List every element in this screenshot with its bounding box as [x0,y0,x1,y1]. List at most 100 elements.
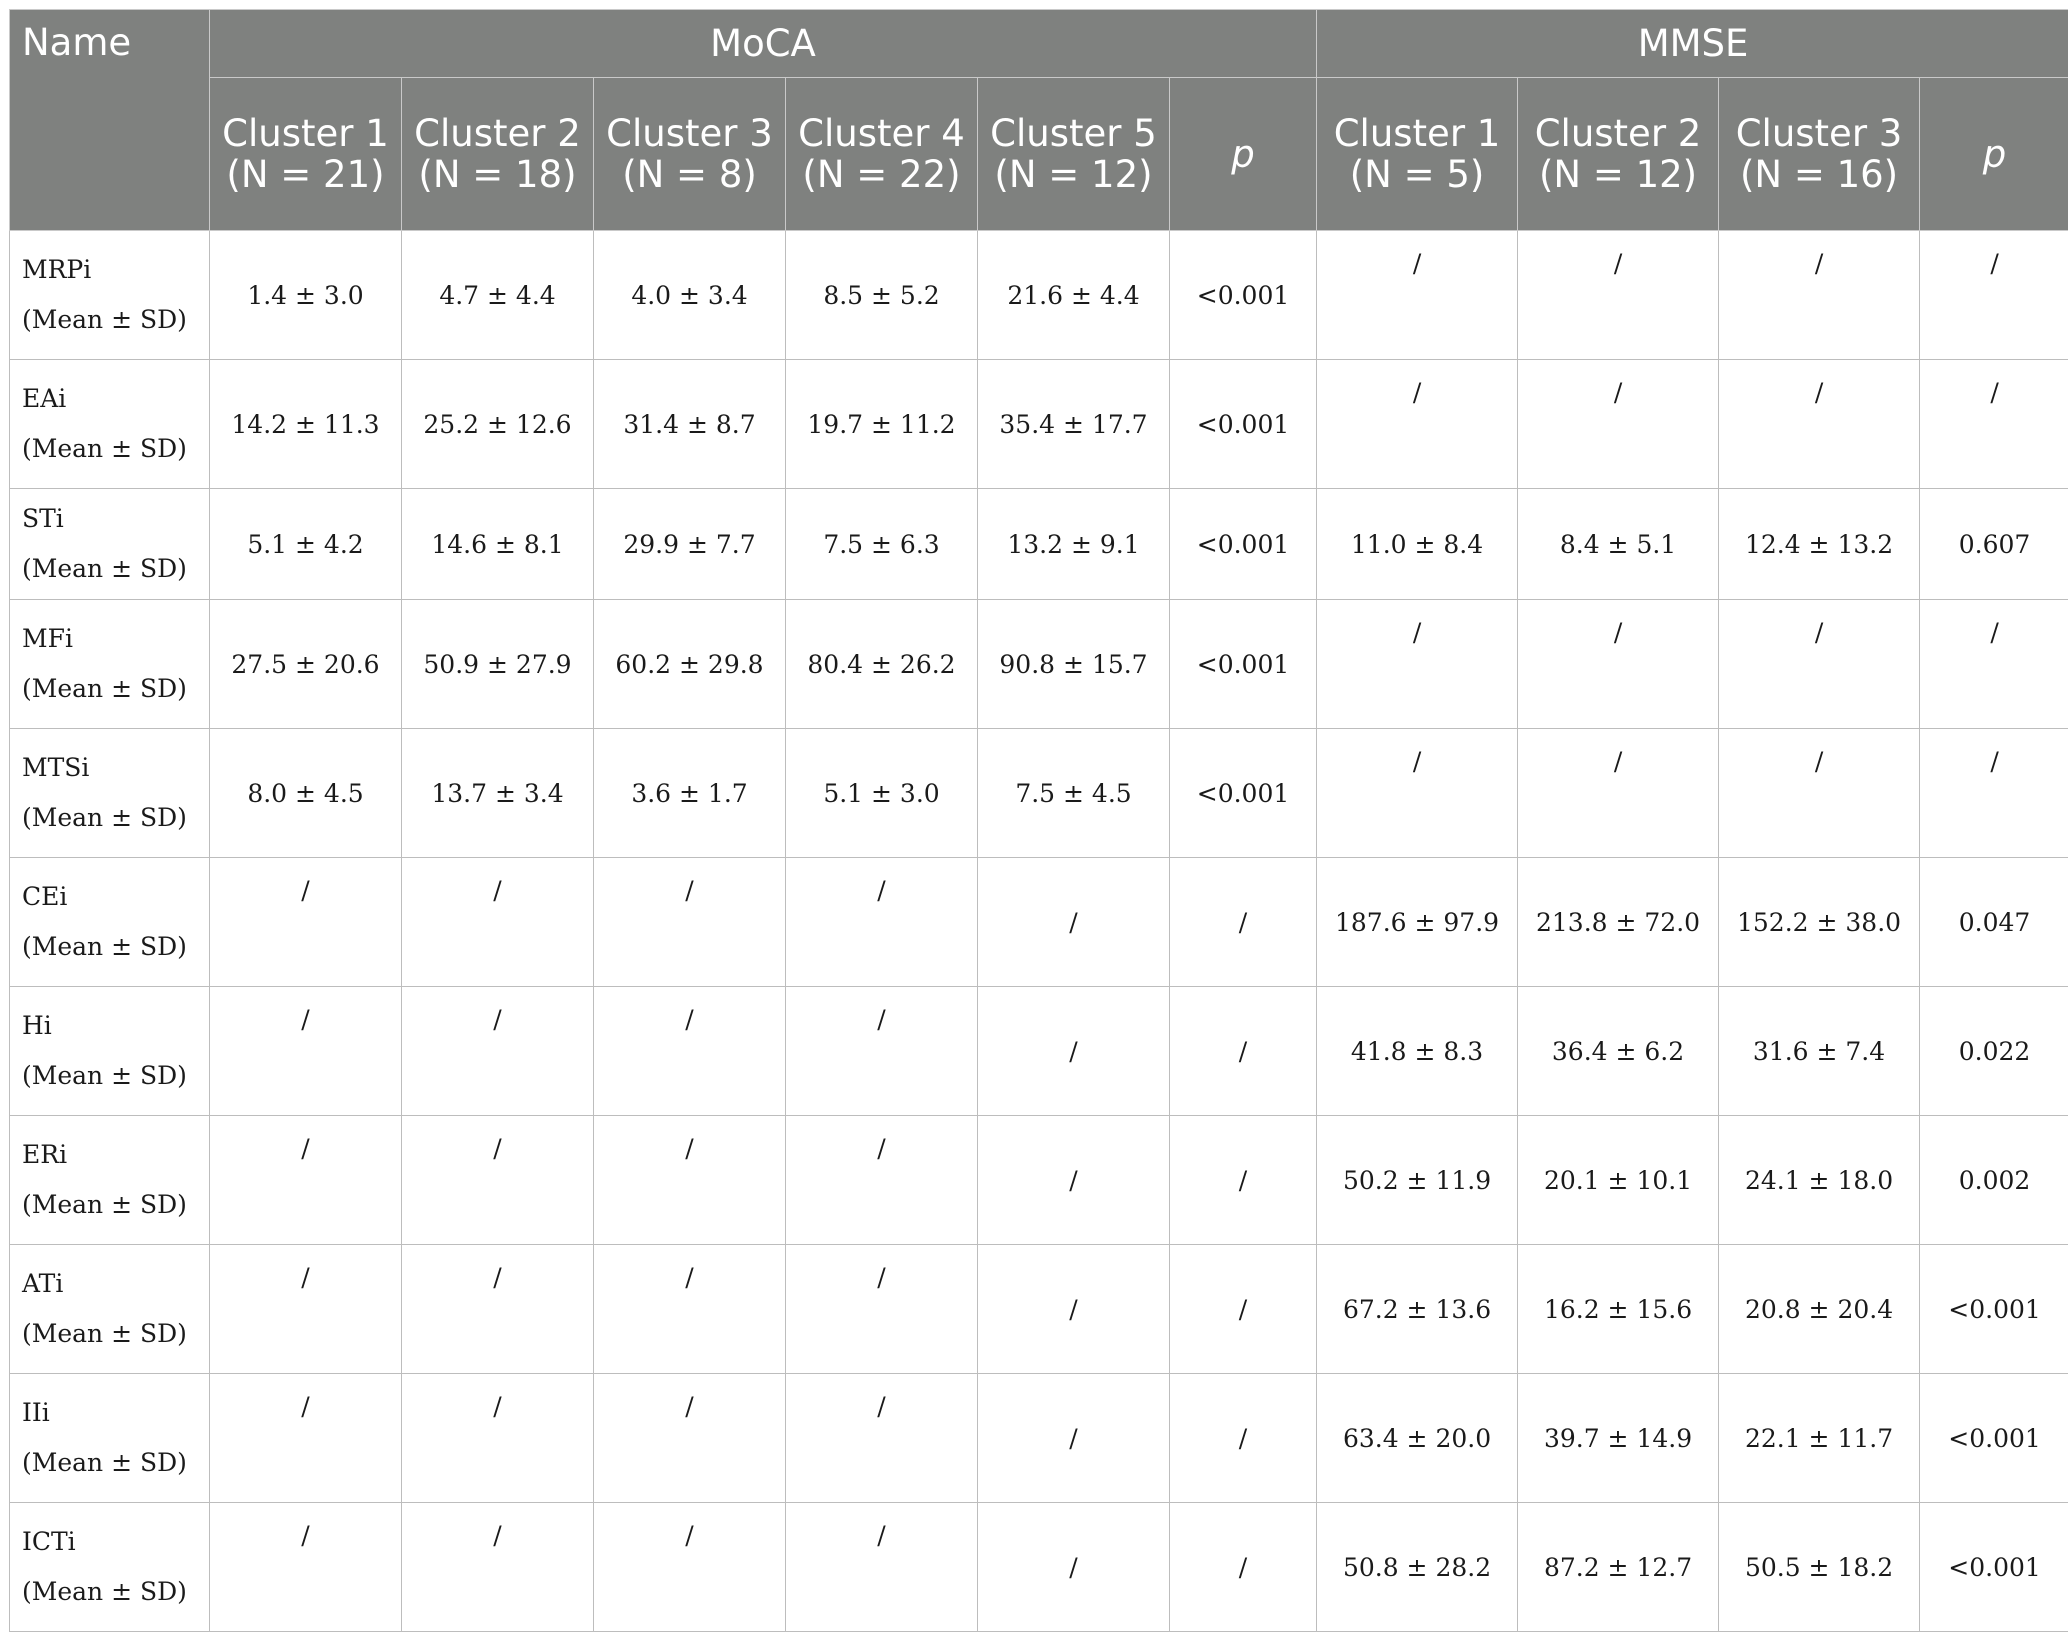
mmse-cluster-cell: 24.1 ± 18.0 [1719,1116,1920,1245]
row-name-cell: MFi(Mean ± SD) [10,600,210,729]
mmse-cluster-cell: / [1518,231,1719,360]
row-name-cell: IIi(Mean ± SD) [10,1374,210,1503]
row-name-cell: MTSi(Mean ± SD) [10,729,210,858]
mmse-p-cell: / [1920,231,2068,360]
mmse-cluster-cell: 50.2 ± 11.9 [1317,1116,1518,1245]
moca-cluster-cell: 90.8 ± 15.7 [978,600,1170,729]
moca-cluster-cell: / [594,1245,786,1374]
moca-cluster-2-header: Cluster 2(N = 18) [402,78,594,231]
row-name: MFi [22,624,73,653]
table-row: Hi(Mean ± SD)//////41.8 ± 8.336.4 ± 6.23… [10,987,2068,1116]
mmse-cluster-cell: 50.8 ± 28.2 [1317,1503,1518,1632]
moca-cluster-3-header: Cluster 3(N = 8) [594,78,786,231]
moca-cluster-cell: 5.1 ± 3.0 [786,729,978,858]
moca-cluster-cell: 80.4 ± 26.2 [786,600,978,729]
mmse-cluster-cell: 213.8 ± 72.0 [1518,858,1719,987]
moca-cluster-cell: 31.4 ± 8.7 [594,360,786,489]
moca-cluster-cell: 13.2 ± 9.1 [978,489,1170,600]
header-n: (N = 12) [1539,153,1697,196]
moca-cluster-cell: / [786,1374,978,1503]
mmse-cluster-cell: 12.4 ± 13.2 [1719,489,1920,600]
table-row: MTSi(Mean ± SD)8.0 ± 4.513.7 ± 3.43.6 ± … [10,729,2068,858]
moca-cluster-cell: 5.1 ± 4.2 [210,489,402,600]
moca-cluster-cell: / [594,1116,786,1245]
header-n: (N = 8) [622,153,757,196]
moca-cluster-cell: / [978,858,1170,987]
table-row: ERi(Mean ± SD)//////50.2 ± 11.920.1 ± 10… [10,1116,2068,1245]
mmse-p-cell: / [1920,729,2068,858]
moca-cluster-cell: / [210,1245,402,1374]
moca-p-cell: / [1170,1374,1317,1503]
moca-cluster-cell: / [594,858,786,987]
cluster-statistics-table: Name MoCA MMSE Cluster 1(N = 21) Cluster… [9,9,2068,1632]
mmse-cluster-cell: 22.1 ± 11.7 [1719,1374,1920,1503]
row-stat-type: (Mean ± SD) [22,434,187,463]
mmse-cluster-3-header: Cluster 3(N = 16) [1719,78,1920,231]
moca-group-header: MoCA [210,10,1317,78]
row-name-cell: ICTi(Mean ± SD) [10,1503,210,1632]
mmse-cluster-cell: 16.2 ± 15.6 [1518,1245,1719,1374]
moca-p-cell: / [1170,858,1317,987]
row-name: MTSi [22,753,89,782]
row-stat-type: (Mean ± SD) [22,932,187,961]
table-body: MRPi(Mean ± SD)1.4 ± 3.04.7 ± 4.44.0 ± 3… [10,231,2068,1632]
row-name-cell: CEi (Mean ± SD) [10,858,210,987]
row-name: EAi [22,384,66,413]
moca-cluster-cell: / [402,1245,594,1374]
mmse-cluster-1-header: Cluster 1(N = 5) [1317,78,1518,231]
header-label: Cluster 1 [1334,112,1501,155]
mmse-p-cell: / [1920,600,2068,729]
mmse-cluster-cell: 8.4 ± 5.1 [1518,489,1719,600]
moca-cluster-cell: / [786,987,978,1116]
header-label: p [1231,133,1255,176]
moca-cluster-cell: / [786,1503,978,1632]
table-row: ICTi(Mean ± SD)//////50.8 ± 28.287.2 ± 1… [10,1503,2068,1632]
row-name: ICTi [22,1527,76,1556]
mmse-cluster-cell: 39.7 ± 14.9 [1518,1374,1719,1503]
mmse-cluster-cell: / [1518,360,1719,489]
row-stat-type: (Mean ± SD) [22,1448,187,1477]
header-label: Cluster 1 [222,112,389,155]
row-stat-type: (Mean ± SD) [22,1190,187,1219]
moca-cluster-cell: 50.9 ± 27.9 [402,600,594,729]
moca-cluster-cell: / [402,858,594,987]
mmse-cluster-cell: / [1317,729,1518,858]
row-stat-type: (Mean ± SD) [22,554,187,583]
moca-cluster-cell: 4.7 ± 4.4 [402,231,594,360]
mmse-p-cell: <0.001 [1920,1374,2068,1503]
mmse-cluster-cell: / [1317,600,1518,729]
row-name: ATi [22,1269,63,1298]
header-label: Cluster 2 [1535,112,1702,155]
mmse-cluster-cell: 187.6 ± 97.9 [1317,858,1518,987]
row-name-cell: MRPi(Mean ± SD) [10,231,210,360]
moca-p-cell: / [1170,1503,1317,1632]
row-name-cell: ERi (Mean ± SD) [10,1116,210,1245]
mmse-cluster-cell: / [1719,600,1920,729]
mmse-cluster-cell: 50.5 ± 18.2 [1719,1503,1920,1632]
mmse-cluster-cell: / [1317,360,1518,489]
mmse-cluster-cell: / [1317,231,1518,360]
table-row: MFi(Mean ± SD)27.5 ± 20.650.9 ± 27.960.2… [10,600,2068,729]
moca-cluster-cell: / [786,1116,978,1245]
header-label: Cluster 3 [1736,112,1903,155]
moca-cluster-cell: 25.2 ± 12.6 [402,360,594,489]
mmse-p-cell: <0.001 [1920,1245,2068,1374]
mmse-cluster-cell: 152.2 ± 38.0 [1719,858,1920,987]
row-name: CEi [22,882,67,911]
mmse-cluster-cell: / [1719,360,1920,489]
mmse-cluster-cell: 36.4 ± 6.2 [1518,987,1719,1116]
moca-cluster-cell: / [594,1374,786,1503]
moca-p-cell: <0.001 [1170,231,1317,360]
moca-cluster-cell: / [978,1116,1170,1245]
moca-cluster-cell: 21.6 ± 4.4 [978,231,1170,360]
row-name: Hi [22,1011,52,1040]
moca-cluster-cell: / [402,1116,594,1245]
mmse-cluster-cell: 20.1 ± 10.1 [1518,1116,1719,1245]
row-name: ERi [22,1140,67,1169]
table-row: IIi(Mean ± SD)//////63.4 ± 20.039.7 ± 14… [10,1374,2068,1503]
moca-cluster-cell: 35.4 ± 17.7 [978,360,1170,489]
header-n: (N = 12) [994,153,1152,196]
row-stat-type: (Mean ± SD) [22,1061,187,1090]
moca-p-cell: <0.001 [1170,360,1317,489]
header-label: Cluster 5 [990,112,1157,155]
